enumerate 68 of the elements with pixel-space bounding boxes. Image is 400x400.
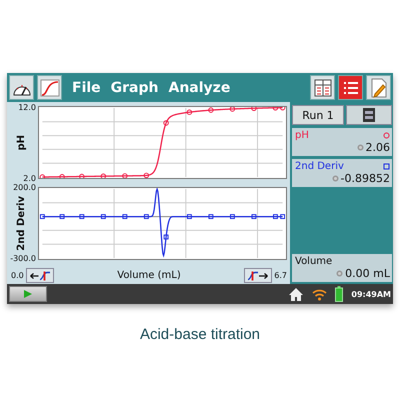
data-marker xyxy=(100,214,106,219)
wifi-icon xyxy=(312,288,328,300)
clock-time: 09:49AM xyxy=(351,290,391,298)
data-marker xyxy=(273,214,278,219)
file-cabinet-icon xyxy=(362,107,376,123)
meter-value: 2.06 xyxy=(366,141,390,154)
sensor-dot-icon xyxy=(336,270,344,277)
data-marker xyxy=(230,106,236,112)
curve-arrow-icon xyxy=(30,270,50,280)
data-marker xyxy=(164,234,169,239)
square-icon xyxy=(383,163,390,170)
menu-item[interactable]: Analyze xyxy=(168,80,230,96)
data-marker xyxy=(208,107,214,113)
axis-tick-label: 0.0 xyxy=(11,271,24,280)
save-button[interactable] xyxy=(346,105,392,125)
axis-title: 2nd Deriv xyxy=(16,196,27,250)
circle-icon xyxy=(383,132,390,139)
scroll-right-button[interactable] xyxy=(244,268,272,283)
data-marker xyxy=(186,214,192,219)
axis-tick-label: -300.0 xyxy=(10,255,36,262)
axis-title: Volume (mL) xyxy=(116,270,182,281)
axis-tick-label: 2.0 xyxy=(23,174,36,182)
graph-icon[interactable] xyxy=(37,75,62,100)
run-button[interactable]: Run 1 xyxy=(292,105,344,125)
data-marker xyxy=(208,214,214,219)
data-marker xyxy=(79,214,84,219)
meter-value: 0.00 mL xyxy=(345,267,390,280)
data-marker xyxy=(122,214,128,219)
curve-arrow-icon xyxy=(248,270,268,280)
data-marker xyxy=(144,214,149,219)
axis-tick-label: 6.7 xyxy=(274,271,287,280)
meter-value: -0.89852 xyxy=(340,172,390,185)
data-marker xyxy=(60,214,65,219)
data-marker xyxy=(280,214,286,219)
home-icon[interactable] xyxy=(288,286,304,302)
data-marker xyxy=(59,174,65,179)
battery-icon xyxy=(335,286,344,302)
table-icon[interactable] xyxy=(310,75,335,100)
data-marker xyxy=(230,214,235,219)
sensor-dot-icon xyxy=(332,175,339,182)
data-marker xyxy=(122,173,128,179)
data-marker xyxy=(100,173,106,179)
axis-tick-label: 12.0 xyxy=(18,104,36,110)
axis-title: pH xyxy=(16,134,27,150)
data-marker xyxy=(252,214,256,219)
list-icon[interactable] xyxy=(338,75,363,100)
sensor-dot-icon xyxy=(356,144,364,151)
play-icon xyxy=(23,289,33,299)
menu-item[interactable]: File xyxy=(72,80,101,96)
meter-card[interactable]: pH 2.06 xyxy=(292,128,392,156)
data-marker xyxy=(40,174,46,179)
axis-tick-label: 200.0 xyxy=(13,184,36,191)
data-marker xyxy=(144,172,150,178)
menu-item[interactable]: Graph xyxy=(110,80,158,96)
data-marker xyxy=(251,106,257,111)
meter-name: pH xyxy=(295,130,309,141)
data-marker xyxy=(186,109,192,115)
meter-card[interactable]: 2nd Deriv -0.89852 xyxy=(292,159,392,187)
meter-name: Volume xyxy=(295,256,332,267)
data-marker xyxy=(40,214,45,219)
scroll-left-button[interactable] xyxy=(26,268,54,283)
data-marker xyxy=(163,120,169,126)
data-marker xyxy=(79,174,85,179)
meter-name: 2nd Deriv xyxy=(295,161,344,172)
caption: Acid-base titration xyxy=(140,326,260,343)
notepad-icon[interactable] xyxy=(366,75,391,100)
gauge-icon[interactable] xyxy=(9,75,34,100)
meter-card[interactable]: Volume 0.00 mL xyxy=(292,254,392,282)
